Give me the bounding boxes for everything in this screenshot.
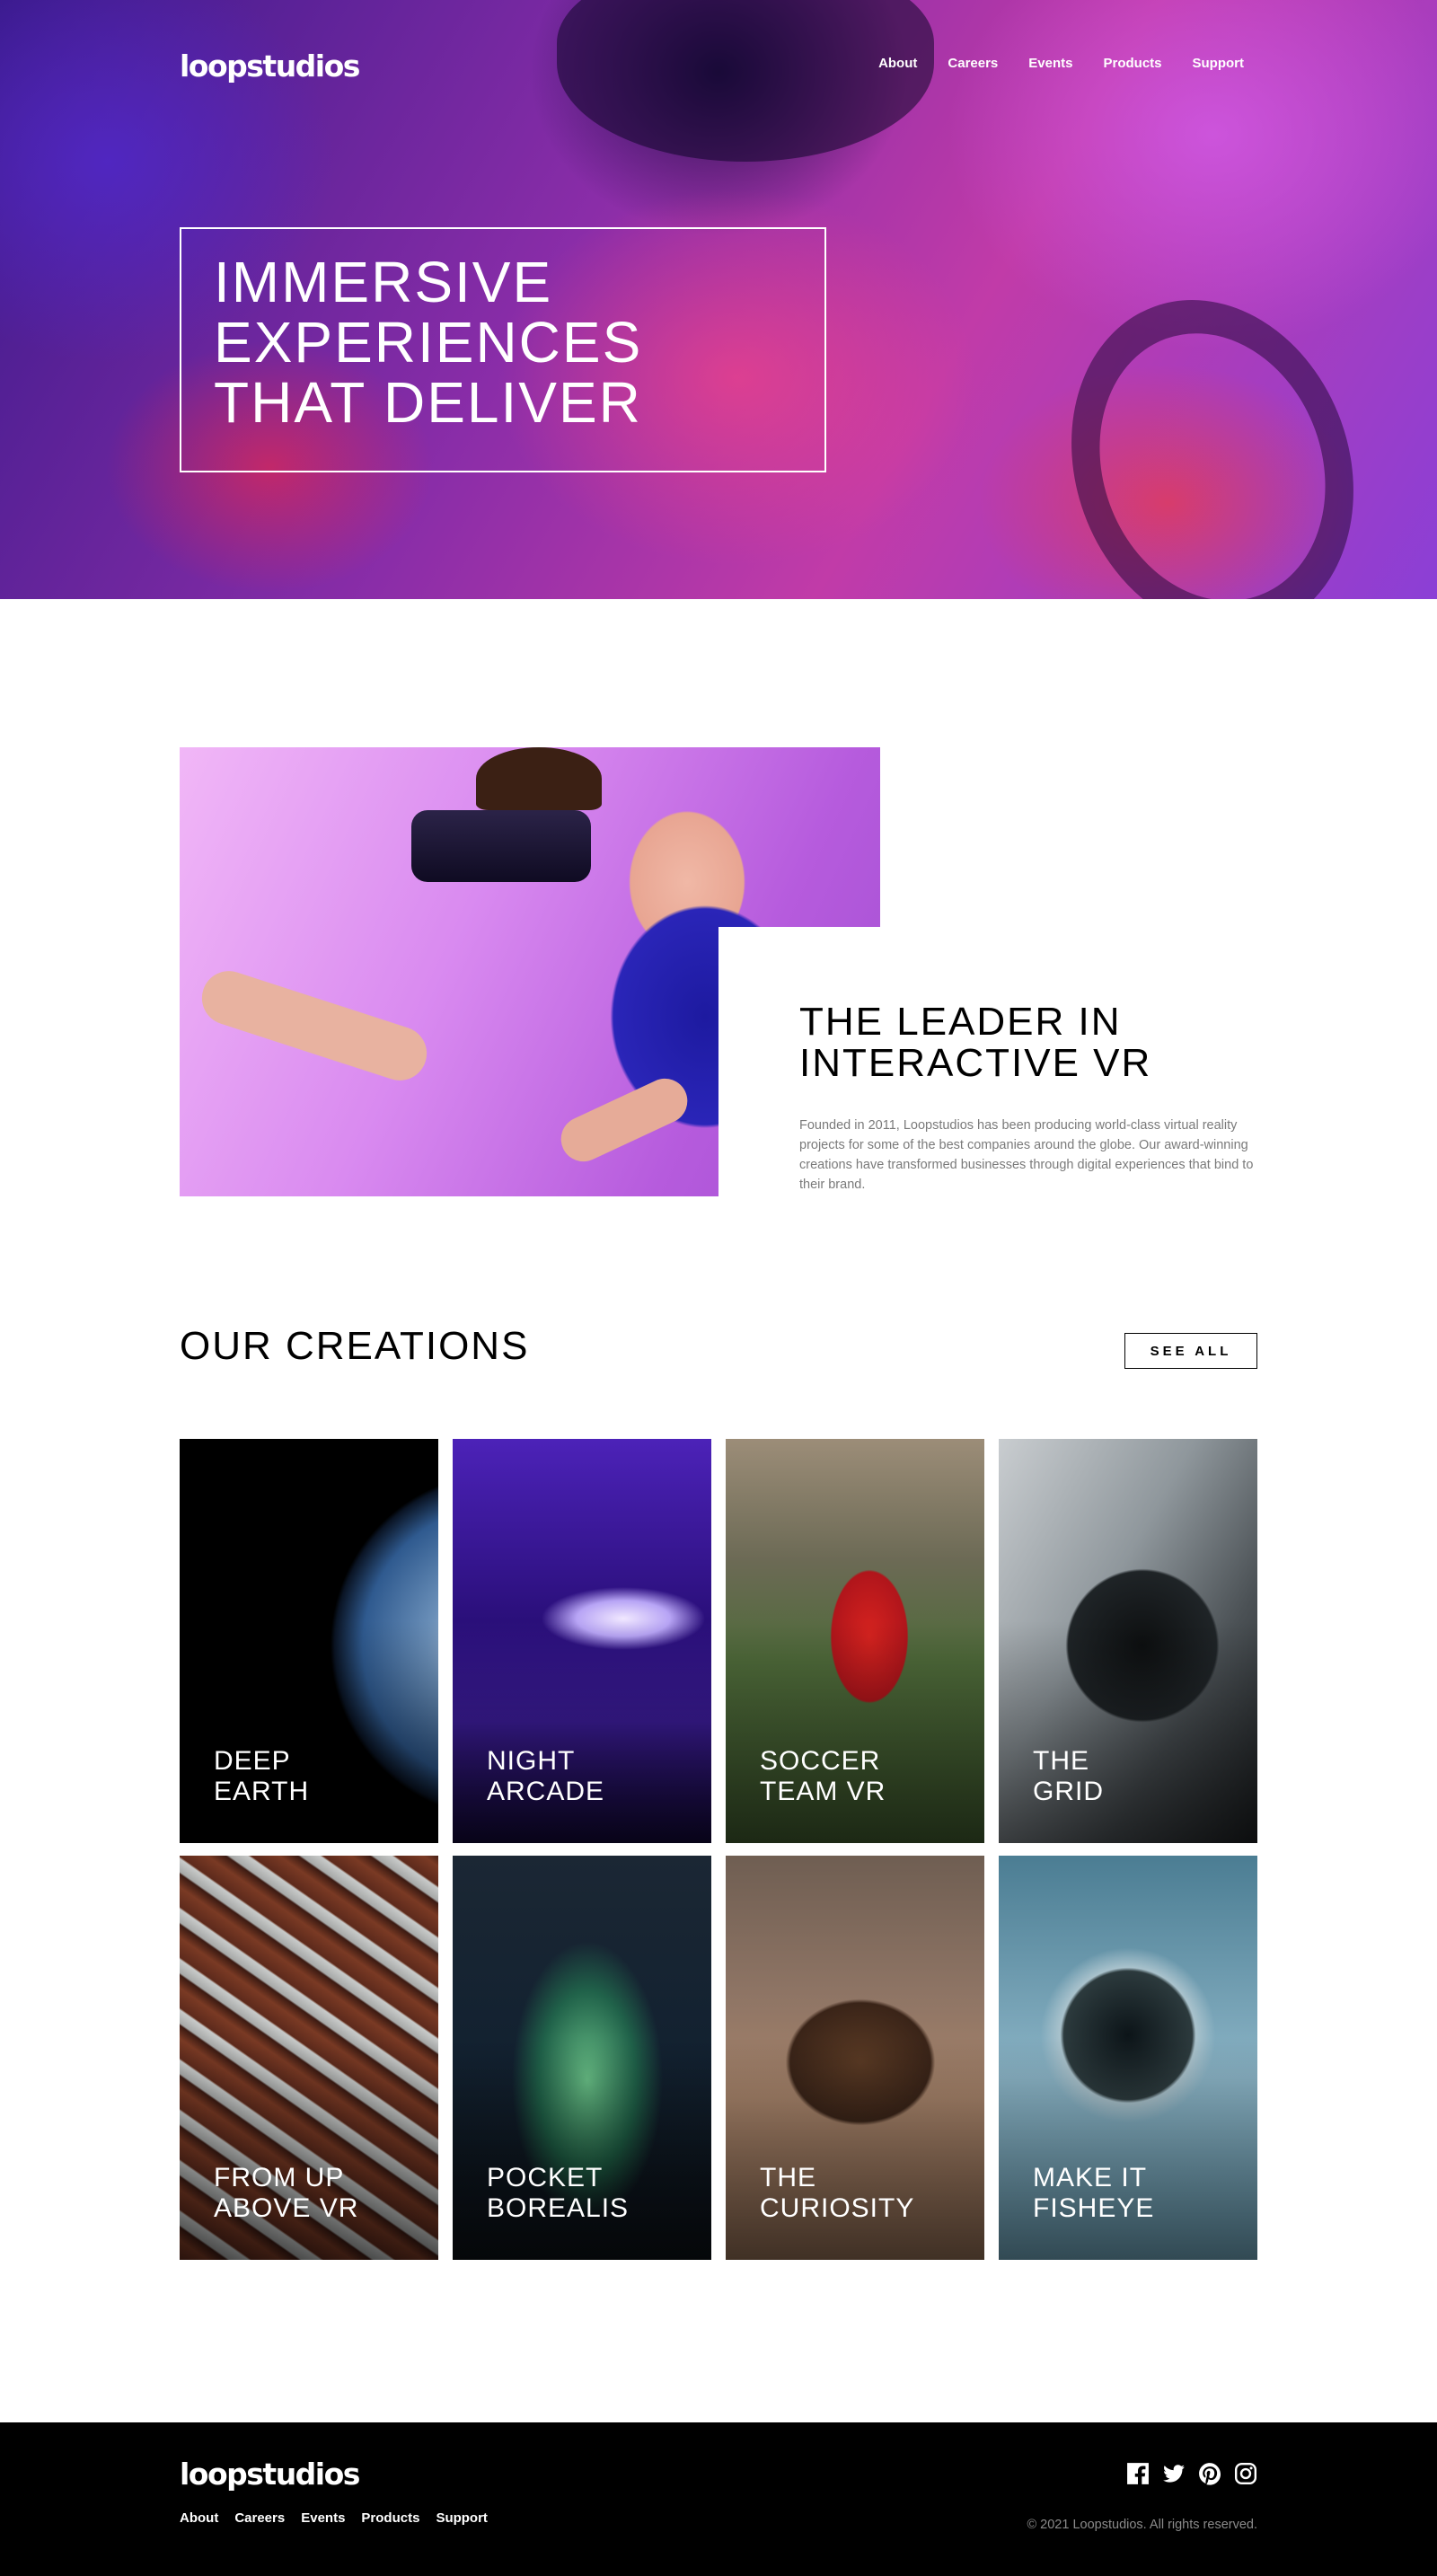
- nav-events[interactable]: Events: [1028, 56, 1072, 71]
- footer-nav-products[interactable]: Products: [361, 2510, 419, 2526]
- intro-title: THE LEADER IN INTERACTIVE VR: [799, 1000, 1152, 1085]
- hero-background-image: [557, 0, 934, 162]
- creation-card-soccer-team-vr[interactable]: SOCCER TEAM VR: [726, 1439, 984, 1843]
- creation-card-deep-earth[interactable]: DEEP EARTH: [180, 1439, 438, 1843]
- main-nav: About Careers Events Products Support: [878, 56, 1244, 71]
- pinterest-icon[interactable]: [1198, 2462, 1221, 2485]
- twitter-icon[interactable]: [1162, 2462, 1186, 2485]
- nav-products[interactable]: Products: [1103, 56, 1161, 71]
- creation-label: FROM UP ABOVE VR: [214, 2163, 359, 2223]
- creation-card-night-arcade[interactable]: NIGHT ARCADE: [453, 1439, 711, 1843]
- creation-label: DEEP EARTH: [214, 1746, 310, 1806]
- footer-nav-support[interactable]: Support: [436, 2510, 488, 2526]
- creation-label: SOCCER TEAM VR: [760, 1746, 886, 1806]
- footer-nav-careers[interactable]: Careers: [234, 2510, 285, 2526]
- creation-card-make-it-fisheye[interactable]: MAKE IT FISHEYE: [999, 1856, 1257, 2260]
- hero-title-box: IMMERSIVE EXPERIENCES THAT DELIVER: [180, 227, 826, 472]
- creation-label: THE CURIOSITY: [760, 2163, 915, 2223]
- site-logo[interactable]: loopstudios: [180, 49, 360, 84]
- creation-card-from-up-above-vr[interactable]: FROM UP ABOVE VR: [180, 1856, 438, 2260]
- footer: loopstudios About Careers Events Product…: [0, 2422, 1437, 2576]
- creation-label: MAKE IT FISHEYE: [1033, 2163, 1155, 2223]
- footer-logo[interactable]: loopstudios: [180, 2457, 360, 2492]
- copyright-text: © 2021 Loopstudios. All rights reserved.: [1027, 2518, 1257, 2532]
- creations-title: OUR CREATIONS: [180, 1324, 530, 1368]
- hair-shape: [476, 747, 602, 810]
- instagram-icon[interactable]: [1234, 2462, 1257, 2485]
- see-all-button[interactable]: SEE ALL: [1124, 1333, 1257, 1369]
- vr-headset-shape: [411, 810, 591, 882]
- footer-nav-about[interactable]: About: [180, 2510, 218, 2526]
- creation-label: POCKET BOREALIS: [487, 2163, 630, 2223]
- social-links: [1126, 2462, 1257, 2485]
- creation-label: THE GRID: [1033, 1746, 1104, 1806]
- nav-support[interactable]: Support: [1193, 56, 1245, 71]
- nav-careers[interactable]: Careers: [948, 56, 998, 71]
- nav-about[interactable]: About: [878, 56, 917, 71]
- hero-section: loopstudios About Careers Events Product…: [0, 0, 1437, 599]
- creation-card-the-curiosity[interactable]: THE CURIOSITY: [726, 1856, 984, 2260]
- right-arm-shape: [553, 1071, 695, 1169]
- creation-card-the-grid[interactable]: THE GRID: [999, 1439, 1257, 1843]
- facebook-icon[interactable]: [1126, 2462, 1150, 2485]
- footer-nav: About Careers Events Products Support: [180, 2510, 488, 2526]
- footer-nav-events[interactable]: Events: [301, 2510, 345, 2526]
- creation-label: NIGHT ARCADE: [487, 1746, 605, 1806]
- steering-wheel-shape: [1026, 260, 1399, 599]
- hero-title: IMMERSIVE EXPERIENCES THAT DELIVER: [214, 250, 643, 435]
- intro-text: Founded in 2011, Loopstudios has been pr…: [799, 1118, 1254, 1192]
- left-arm-shape: [195, 964, 434, 1088]
- creation-card-pocket-borealis[interactable]: POCKET BOREALIS: [453, 1856, 711, 2260]
